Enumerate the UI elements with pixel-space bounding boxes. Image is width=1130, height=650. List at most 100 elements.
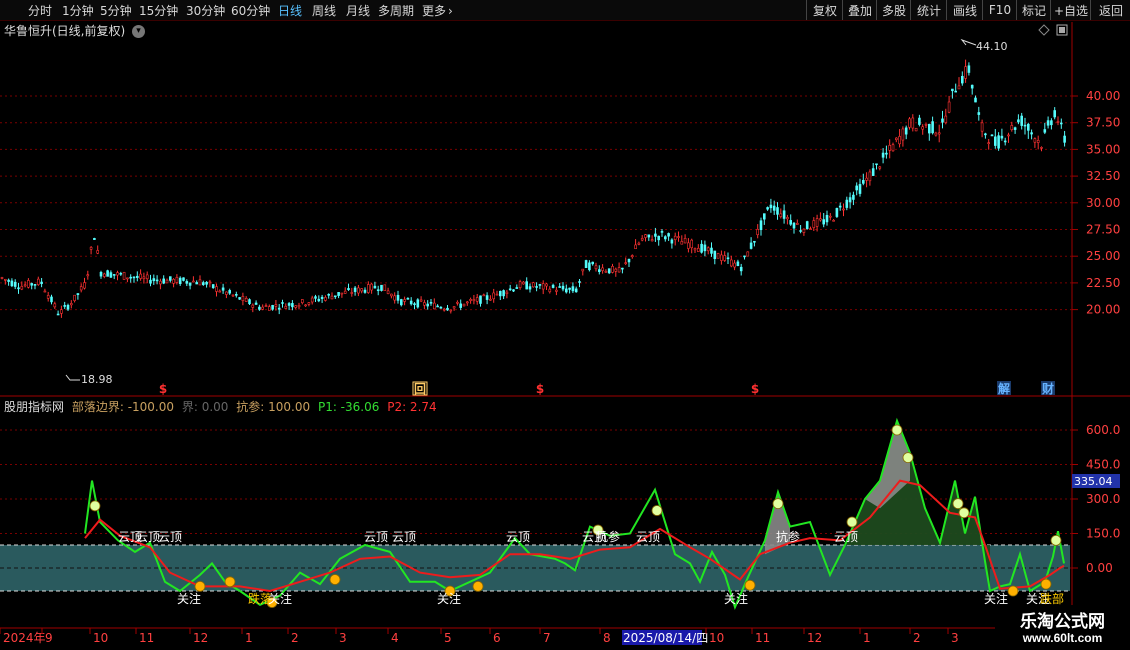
candle-body bbox=[393, 295, 397, 301]
candle-body bbox=[449, 309, 453, 312]
candle-body bbox=[442, 308, 446, 311]
candle-body bbox=[729, 259, 733, 267]
candle-body bbox=[297, 304, 301, 308]
candle-body bbox=[795, 223, 799, 225]
candle-body bbox=[558, 286, 562, 288]
candle-body bbox=[822, 219, 826, 225]
candle-body bbox=[815, 218, 819, 227]
price-tick-label: 32.50 bbox=[1086, 169, 1120, 183]
signal-ball bbox=[224, 576, 236, 588]
event-marker: $ bbox=[751, 382, 759, 396]
candle-body bbox=[1056, 121, 1060, 123]
candle-body bbox=[759, 220, 763, 231]
indicator-name[interactable]: 股朋指标网 bbox=[4, 400, 64, 414]
candle-body bbox=[287, 303, 291, 306]
candle-body bbox=[647, 234, 651, 238]
candle-body bbox=[475, 297, 479, 302]
candle-body bbox=[489, 298, 492, 301]
candle-body bbox=[1017, 119, 1020, 123]
candle-body bbox=[188, 282, 192, 286]
candle-body bbox=[588, 262, 591, 271]
candle-body bbox=[1063, 135, 1066, 143]
candle-body bbox=[512, 289, 515, 292]
date-label: 3 bbox=[339, 631, 347, 645]
candle-body bbox=[716, 253, 720, 259]
date-label: 8 bbox=[603, 631, 611, 645]
candle-body bbox=[76, 293, 80, 295]
candle-body bbox=[169, 276, 172, 281]
candle-body bbox=[601, 267, 604, 271]
low-pointer bbox=[65, 374, 80, 381]
candle-body bbox=[317, 298, 321, 302]
signal-ball bbox=[744, 579, 756, 591]
candle-body bbox=[492, 292, 496, 300]
candle-body bbox=[805, 221, 809, 229]
candle-body bbox=[116, 272, 119, 276]
candle-body bbox=[472, 299, 476, 302]
candle-body bbox=[1007, 134, 1010, 137]
candle-body bbox=[858, 184, 862, 194]
candle-body bbox=[789, 220, 793, 225]
signal-label: 关注 bbox=[268, 592, 293, 606]
candle-body bbox=[693, 248, 697, 251]
candle-body bbox=[766, 207, 769, 210]
candle-body bbox=[908, 118, 911, 128]
candle-body bbox=[914, 127, 918, 132]
date-label: 2024年 bbox=[3, 631, 46, 645]
candle-body bbox=[56, 313, 60, 316]
window-icon[interactable] bbox=[1056, 24, 1068, 36]
candle-body bbox=[10, 280, 14, 287]
candle-body bbox=[1046, 120, 1050, 126]
candle-body bbox=[129, 276, 132, 279]
candle-body bbox=[333, 295, 337, 298]
candle-body bbox=[644, 234, 647, 238]
candle-body bbox=[86, 274, 90, 277]
candle-body bbox=[310, 297, 314, 303]
candle-body bbox=[320, 296, 324, 299]
main-price-axis: 40.00 37.50 35.00 32.50 30.00 27.50 25.00 22.50… bbox=[1072, 89, 1120, 317]
date-label: 5 bbox=[444, 631, 452, 645]
candle-body bbox=[136, 275, 139, 278]
candle-body bbox=[261, 306, 265, 310]
indicator-tick-label: 300.0 bbox=[1086, 492, 1120, 506]
candle-body bbox=[202, 282, 205, 285]
candle-body bbox=[254, 302, 258, 305]
candle-body bbox=[706, 247, 710, 252]
diamond-icon[interactable] bbox=[1038, 24, 1050, 36]
kline-chart-canvas[interactable]: 40.0037.5035.0032.5030.0027.5025.0022.50… bbox=[0, 0, 1130, 650]
candle-body bbox=[967, 65, 971, 73]
candle-body bbox=[551, 284, 555, 288]
candle-body bbox=[66, 304, 70, 310]
candle-body bbox=[812, 220, 816, 228]
candle-body bbox=[436, 305, 439, 308]
candle-body bbox=[132, 276, 136, 279]
candle-body bbox=[211, 284, 215, 289]
signal-label: 抗参 bbox=[596, 530, 621, 544]
candle-body bbox=[990, 134, 994, 137]
candle-body bbox=[518, 281, 522, 288]
candle-body bbox=[456, 301, 459, 304]
candle-body bbox=[304, 304, 307, 307]
date-label: 3 bbox=[951, 631, 959, 645]
candle-body bbox=[855, 185, 859, 191]
param-tribe-boundary: 部落边界: -100.00 bbox=[71, 400, 175, 414]
candle-body bbox=[218, 290, 222, 293]
candle-body bbox=[327, 294, 331, 296]
brand-watermark: 乐淘公式网 www.60lt.com bbox=[995, 605, 1130, 650]
candle-body bbox=[4, 279, 7, 281]
chevron-down-icon[interactable]: ▾ bbox=[132, 25, 146, 38]
candle-body bbox=[27, 280, 30, 288]
signal-label: 云顶 bbox=[636, 530, 661, 544]
candle-body bbox=[1043, 129, 1047, 133]
candle-body bbox=[548, 288, 552, 293]
candle-body bbox=[403, 299, 406, 302]
candle-body bbox=[244, 297, 248, 302]
candle-body bbox=[1013, 127, 1017, 130]
candle-body bbox=[482, 294, 486, 297]
candle-body bbox=[749, 242, 753, 249]
candle-body bbox=[574, 288, 578, 293]
candle-body bbox=[376, 289, 380, 291]
candle-body bbox=[680, 241, 684, 245]
candle-body bbox=[221, 287, 225, 291]
signal-label: 关注 bbox=[177, 592, 202, 606]
